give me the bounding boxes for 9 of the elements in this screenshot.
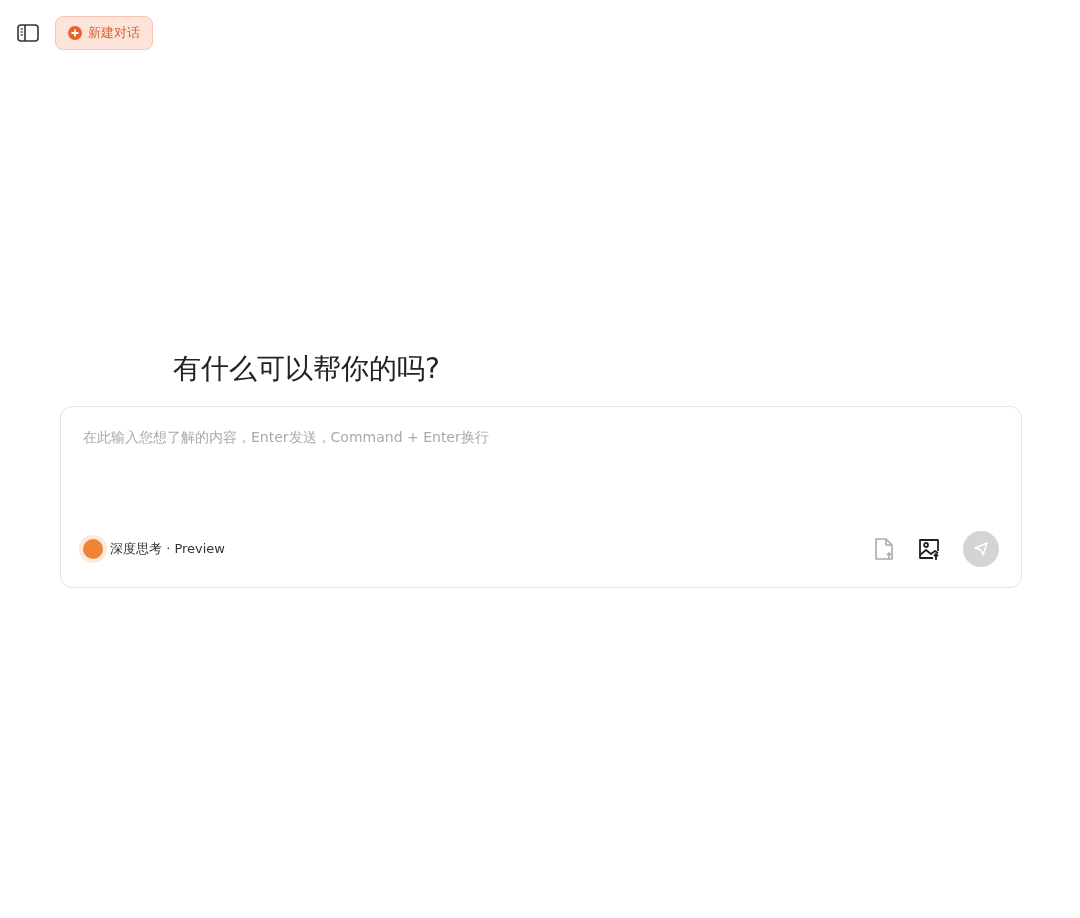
toggle-dot-icon (83, 539, 103, 559)
sidebar-toggle-icon[interactable] (17, 24, 39, 42)
send-icon (973, 541, 989, 557)
plus-icon (68, 26, 82, 40)
deep-think-label: 深度思考 · Preview (110, 540, 225, 558)
message-composer[interactable]: 在此输入您想了解的内容，Enter发送，Command + Enter换行 深度思考 · Preview (60, 406, 1022, 588)
image-upload-icon[interactable] (917, 537, 941, 561)
deep-think-toggle[interactable]: 深度思考 · Preview (83, 539, 225, 559)
greeting-heading: 有什么可以帮你的吗? (173, 351, 441, 387)
